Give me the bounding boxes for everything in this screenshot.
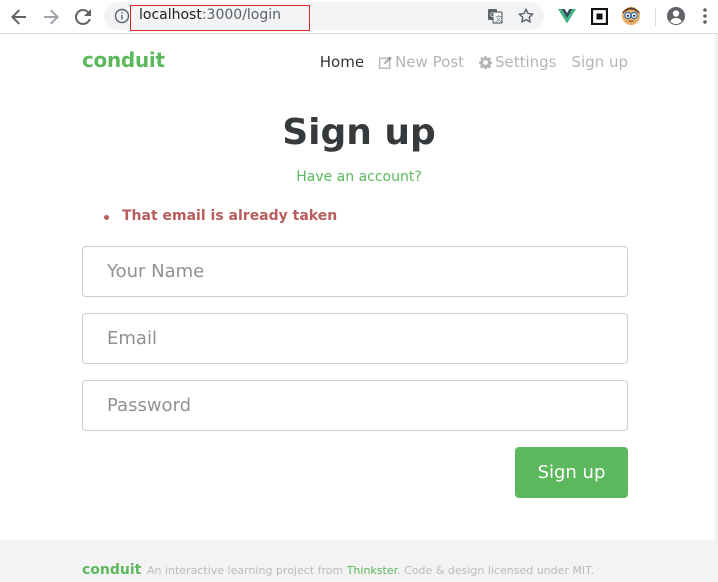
- back-arrow-icon[interactable]: [7, 5, 31, 29]
- extension-face-icon[interactable]: [621, 6, 641, 26]
- have-account-link[interactable]: Have an account?: [0, 169, 718, 185]
- nav-link-settings-label: Settings: [494, 53, 557, 71]
- bookmark-star-icon[interactable]: [518, 8, 534, 24]
- reload-icon[interactable]: [71, 5, 95, 29]
- footer-logo[interactable]: conduit: [82, 562, 141, 578]
- address-bar[interactable]: localhost:3000/login G文: [104, 2, 544, 31]
- toolbar-separator: [655, 8, 656, 26]
- app-navbar: conduit Home New Post Settings Sign up: [0, 34, 718, 90]
- nav-link-new-post-label: New Post: [395, 53, 464, 71]
- nav-link-sign-up-label: Sign up: [571, 53, 628, 71]
- vue-devtools-icon[interactable]: [557, 6, 577, 26]
- sign-up-button[interactable]: Sign up: [515, 447, 628, 498]
- svg-text:文: 文: [495, 14, 502, 23]
- brand-logo[interactable]: conduit: [82, 48, 165, 72]
- info-icon[interactable]: [114, 8, 130, 24]
- browser-toolbar: localhost:3000/login G文: [0, 0, 718, 34]
- page-footer: conduit An interactive learning project …: [0, 540, 718, 582]
- url-highlight-box: [130, 5, 310, 31]
- email-input[interactable]: [82, 313, 628, 364]
- footer-text-before: An interactive learning project from: [147, 564, 347, 577]
- page-title: Sign up: [282, 112, 436, 153]
- menu-kebab-icon[interactable]: [698, 6, 712, 26]
- gear-icon: [478, 55, 492, 69]
- thinkster-link[interactable]: Thinkster: [347, 564, 397, 577]
- nav-link-new-post[interactable]: New Post: [379, 53, 464, 71]
- error-messages: That email is already taken: [104, 208, 337, 224]
- nav-link-home[interactable]: Home: [320, 53, 364, 71]
- error-message: That email is already taken: [104, 208, 337, 224]
- nav-link-sign-up[interactable]: Sign up: [571, 53, 628, 71]
- account-icon[interactable]: [666, 6, 686, 26]
- qr-code-icon[interactable]: [589, 6, 609, 26]
- name-input[interactable]: [82, 246, 628, 297]
- footer-text-after: . Code & design licensed under MIT.: [397, 564, 595, 577]
- forward-arrow-icon[interactable]: [39, 5, 63, 29]
- nav-link-settings[interactable]: Settings: [478, 53, 557, 71]
- nav-links: Home New Post Settings Sign up: [320, 53, 628, 71]
- compose-icon: [379, 55, 392, 69]
- nav-link-home-label: Home: [319, 53, 365, 71]
- footer-attribution: An interactive learning project from Thi…: [147, 564, 594, 577]
- password-input[interactable]: [82, 380, 628, 431]
- translate-icon[interactable]: G文: [487, 8, 503, 24]
